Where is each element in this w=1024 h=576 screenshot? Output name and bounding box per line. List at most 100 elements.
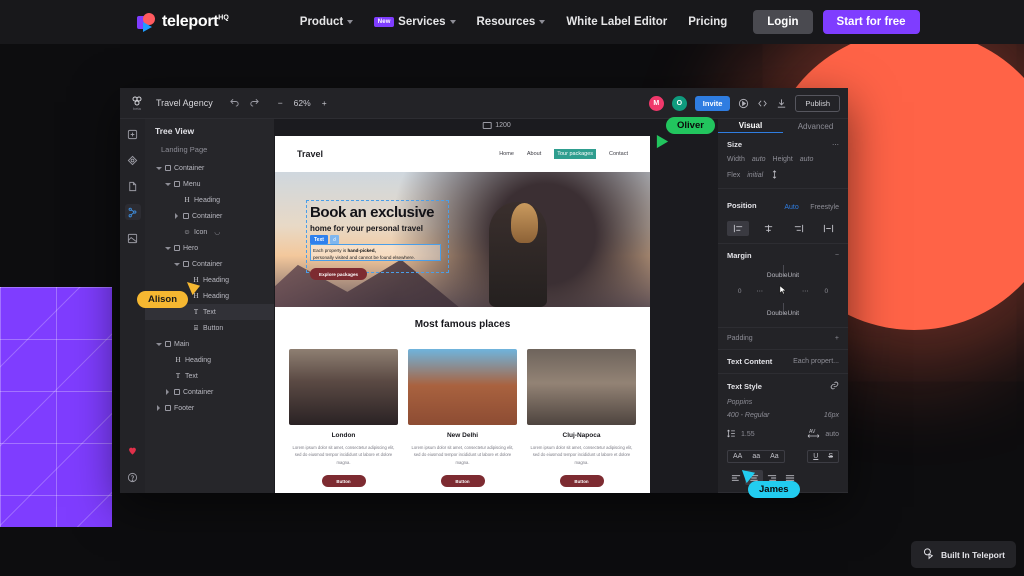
tree-node[interactable]: Container <box>145 256 274 272</box>
invite-button[interactable]: Invite <box>694 95 731 111</box>
page-nav-about[interactable]: About <box>527 151 541 157</box>
rendered-page[interactable]: Travel Home About Tour packages Contact <box>275 136 650 493</box>
height-value[interactable]: auto <box>800 156 814 163</box>
famous-places-title[interactable]: Most famous places <box>289 319 636 330</box>
selection-tag-label[interactable]: Text <box>310 235 328 244</box>
tab-visual[interactable]: Visual <box>718 119 783 133</box>
position-freestyle-option[interactable]: Freestyle <box>810 204 839 211</box>
place-card[interactable]: London Lorem ipsum dolor sit amet, conse… <box>289 349 398 488</box>
nav-item-services[interactable]: New Services <box>374 16 456 28</box>
place-card-button[interactable]: Button <box>321 475 366 488</box>
page-nav-home[interactable]: Home <box>499 151 514 157</box>
hero-body-text[interactable]: Each property is hand-picked, personally… <box>310 244 441 261</box>
components-icon[interactable] <box>125 152 141 168</box>
place-card[interactable]: Cluj-Napoca Lorem ipsum dolor sit amet, … <box>527 349 636 488</box>
margin-top-value[interactable]: DoubleUnit <box>727 272 839 279</box>
start-for-free-button[interactable]: Start for free <box>822 10 920 34</box>
font-family-value[interactable]: Poppins <box>727 399 752 406</box>
padding-expand-icon[interactable]: + <box>835 335 839 342</box>
tree-disclosure-icon[interactable] <box>164 389 171 396</box>
nav-item-white-label-editor[interactable]: White Label Editor <box>566 16 667 28</box>
help-icon[interactable] <box>125 469 141 485</box>
tree-node[interactable]: Container <box>145 208 274 224</box>
tree-disclosure-icon[interactable] <box>155 341 162 348</box>
hero-cta-button[interactable]: Explore packages <box>310 268 368 280</box>
tree-disclosure-icon[interactable] <box>155 405 162 412</box>
nav-item-pricing[interactable]: Pricing <box>688 16 727 28</box>
tree-node[interactable]: Footer <box>145 400 274 416</box>
margin-right-value[interactable]: 0 <box>825 288 829 295</box>
hero-heading[interactable]: Book an exclusive <box>310 204 434 221</box>
lowercase-button[interactable]: aa <box>747 451 765 462</box>
position-auto-option[interactable]: Auto <box>784 204 798 211</box>
hero-subheading[interactable]: home for your personal travel <box>310 224 423 233</box>
tree-disclosure-icon[interactable] <box>173 261 180 268</box>
line-height-value[interactable]: 1.55 <box>741 431 755 438</box>
tree-node[interactable]: T Text <box>145 368 274 384</box>
tree-icon[interactable] <box>124 204 141 220</box>
tree-disclosure-icon[interactable] <box>164 245 171 252</box>
tree-node[interactable]: Hero <box>145 240 274 256</box>
avatar-m[interactable]: M <box>648 95 664 111</box>
zoom-out-button[interactable]: − <box>278 98 283 108</box>
uppercase-button[interactable]: AA <box>728 451 747 462</box>
project-title[interactable]: Travel Agency <box>156 98 213 108</box>
device-width-indicator[interactable]: 1200 <box>482 122 511 129</box>
redo-icon[interactable] <box>249 94 260 112</box>
size-more-icon[interactable]: ⋯ <box>832 141 839 149</box>
tree-node[interactable]: H Heading <box>145 272 274 288</box>
favorites-icon[interactable] <box>125 442 141 458</box>
place-card-button[interactable]: Button <box>440 475 485 488</box>
align-center-icon[interactable] <box>757 221 779 236</box>
nav-item-product[interactable]: Product <box>300 16 354 28</box>
pages-icon[interactable] <box>125 178 141 194</box>
hero-section[interactable]: Book an exclusive home for your personal… <box>275 172 650 307</box>
tab-advanced[interactable]: Advanced <box>783 119 848 133</box>
text-content-value[interactable]: Each propert... <box>793 358 839 365</box>
width-value[interactable]: auto <box>752 156 766 163</box>
undo-icon[interactable] <box>229 94 240 112</box>
flex-value[interactable]: initial <box>747 172 763 179</box>
tree-node[interactable]: ⌸ Button <box>145 320 274 336</box>
assets-icon[interactable] <box>125 230 141 246</box>
margin-bottom-value[interactable]: DoubleUnit <box>727 310 839 317</box>
tree-node[interactable]: ☺ Icon ◡ <box>145 224 274 240</box>
strikethrough-button[interactable]: S <box>823 451 838 462</box>
place-card[interactable]: New Delhi Lorem ipsum dolor sit amet, co… <box>408 349 517 488</box>
font-size-value[interactable]: 16px <box>824 412 839 419</box>
margin-collapse-icon[interactable]: − <box>835 252 839 259</box>
page-nav-contact[interactable]: Contact <box>609 151 628 157</box>
tree-node[interactable]: H Heading <box>145 192 274 208</box>
page-nav-tour-packages[interactable]: Tour packages <box>554 149 597 159</box>
nav-item-resources[interactable]: Resources <box>477 16 546 28</box>
tree-node[interactable]: Container <box>145 160 274 176</box>
teleport-logo[interactable]: teleportHQ <box>137 12 229 32</box>
selection-link-icon[interactable]: ☌ <box>329 235 340 244</box>
align-stretch-icon[interactable] <box>817 221 839 236</box>
align-right-icon[interactable] <box>787 221 809 236</box>
avatar-o[interactable]: O <box>671 95 687 111</box>
tree-node[interactable]: Container <box>145 384 274 400</box>
place-card-button[interactable]: Button <box>559 475 604 488</box>
capitalize-button[interactable]: Aa <box>765 451 784 462</box>
add-icon[interactable] <box>125 126 141 142</box>
tree-disclosure-icon[interactable] <box>155 165 162 172</box>
editor-canvas[interactable]: 1200 Travel Home About Tour packages Con… <box>275 119 718 493</box>
built-in-teleport-badge[interactable]: Built In Teleport <box>910 541 1016 568</box>
publish-button[interactable]: Publish <box>795 94 840 112</box>
preview-icon[interactable] <box>738 98 749 109</box>
margin-left-value[interactable]: 0 <box>738 288 742 295</box>
tree-disclosure-icon[interactable] <box>164 181 171 188</box>
font-weight-value[interactable]: 400 - Regular <box>727 412 769 419</box>
align-left-icon[interactable] <box>727 221 749 236</box>
flex-direction-icon[interactable] <box>770 170 779 181</box>
code-icon[interactable] <box>757 98 768 109</box>
tree-node[interactable]: H Heading <box>145 352 274 368</box>
editor-logo-icon[interactable]: beta <box>128 95 146 111</box>
letter-spacing-value[interactable]: auto <box>825 431 839 438</box>
tree-node[interactable]: Main <box>145 336 274 352</box>
underline-button[interactable]: U <box>808 451 823 462</box>
download-icon[interactable] <box>776 98 787 109</box>
page-logo[interactable]: Travel <box>297 149 323 159</box>
tree-node[interactable]: Menu <box>145 176 274 192</box>
